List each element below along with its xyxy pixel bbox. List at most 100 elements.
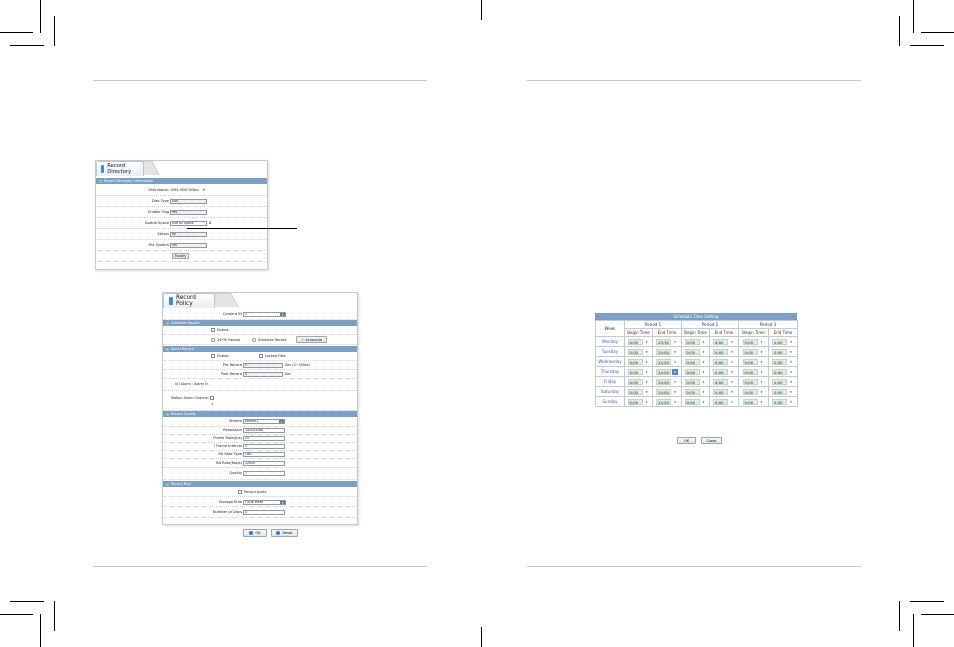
time-select[interactable]: 0:00 ▾ [739, 368, 768, 375]
tab-record-directory[interactable]: Record Directory [96, 161, 144, 176]
time-select[interactable]: 0:00 ▾ [625, 378, 652, 385]
disk-name-value[interactable]: 1962.9GB 5V6pu [170, 188, 199, 192]
chevron-down-icon[interactable]: ▾ [701, 369, 707, 375]
time-select[interactable]: 24:00 ▾ [653, 368, 681, 375]
chevron-down-icon[interactable]: ▾ [788, 389, 794, 395]
time-select[interactable]: 0:00 ▾ [710, 378, 738, 385]
time-select[interactable]: 0:00 ▾ [682, 388, 709, 395]
time-select[interactable]: 0:00 ▾ [769, 378, 797, 385]
chevron-down-icon[interactable]: ▾ [644, 359, 650, 365]
time-select[interactable]: 0:00 ▾ [625, 398, 652, 405]
resolution-field[interactable]: 1920X1080 [243, 428, 285, 433]
chevron-down-icon[interactable]: ▾ [729, 369, 735, 375]
time-select[interactable]: 0:00 ▾ [682, 368, 709, 375]
time-select[interactable]: 0:00 ▾ [739, 388, 768, 395]
chevron-down-icon[interactable]: ▾ [729, 389, 735, 395]
chevron-down-icon[interactable]: ▾ [672, 379, 678, 385]
number-days-field[interactable]: 0 [243, 510, 285, 515]
time-select[interactable]: 0:00 ▾ [769, 338, 797, 345]
time-select[interactable]: 0:00 ▾ [625, 358, 652, 365]
chevron-down-icon[interactable]: ▾ [644, 349, 650, 355]
time-select[interactable]: 0:00 ▾ [769, 388, 797, 395]
time-select[interactable]: 0:00 ▾ [625, 348, 652, 355]
chevron-down-icon[interactable]: ▾ [701, 359, 707, 365]
schedule-button[interactable]: ◷ Schedule [296, 336, 327, 343]
chevron-down-icon[interactable]: ▾ [759, 399, 765, 405]
time-select[interactable]: 0:00 ▾ [682, 348, 709, 355]
chevron-down-icon[interactable]: ▾ [644, 339, 650, 345]
time-select[interactable]: 24:00 ▾ [653, 348, 681, 355]
chevron-down-icon[interactable]: ▾ [672, 399, 678, 405]
bitrate-type-field[interactable]: CBR [243, 452, 285, 457]
disk-name-dropdown-icon[interactable]: ▾ [203, 188, 205, 192]
chevron-down-icon[interactable]: ▾ [729, 399, 735, 405]
time-select[interactable]: 0:00 ▾ [682, 338, 709, 345]
time-select[interactable]: 24:00 ▾ [653, 388, 681, 395]
time-select[interactable]: 0:00 ▾ [710, 348, 738, 355]
schedule-close-button[interactable]: Close [701, 437, 722, 444]
schedule-record-radio[interactable] [252, 338, 256, 342]
time-select[interactable]: 0:00 ▾ [739, 358, 768, 365]
chevron-down-icon[interactable]: ▾ [729, 349, 735, 355]
chevron-down-icon[interactable]: ▾ [759, 359, 765, 365]
time-select[interactable]: 0:00 ▾ [739, 338, 768, 345]
tab-record-policy[interactable]: Record Policy [163, 293, 215, 308]
storage-rule-select[interactable]: Cycle Write ▾ [243, 500, 286, 505]
time-select[interactable]: 0:00 ▾ [682, 398, 709, 405]
time-select[interactable]: 24:00 ▾ [653, 358, 681, 365]
pre-record-field[interactable]: 5 [243, 363, 283, 368]
time-select[interactable]: 0:00 ▾ [710, 338, 738, 345]
time-select[interactable]: 0:00 ▾ [739, 348, 768, 355]
chevron-down-icon[interactable]: ▾ [759, 379, 765, 385]
time-select[interactable]: 0:00 ▾ [769, 348, 797, 355]
camera-id-select[interactable]: 1 ▾ [243, 312, 286, 317]
usable-space-field[interactable]: Use All Space [170, 221, 207, 226]
chevron-down-icon[interactable]: ▾ [759, 389, 765, 395]
chevron-down-icon[interactable]: ▾ [644, 379, 650, 385]
modify-button[interactable]: Modify [172, 253, 189, 259]
time-select[interactable]: 0:00 ▾ [710, 388, 738, 395]
chevron-down-icon[interactable]: ▾ [788, 379, 794, 385]
chevron-down-icon[interactable]: ▾ [644, 389, 650, 395]
quality-field[interactable]: 7 [243, 471, 285, 476]
record-24x7-radio[interactable] [211, 338, 215, 342]
chevron-down-icon[interactable]: ▾ [644, 399, 650, 405]
time-select[interactable]: 0:00 ▾ [625, 338, 652, 345]
chevron-down-icon[interactable]: ▾ [759, 349, 765, 355]
chevron-down-icon[interactable]: ▾ [788, 349, 794, 355]
time-select[interactable]: 0:00 ▾ [739, 378, 768, 385]
time-select[interactable]: 23:30 ▾ [653, 338, 681, 345]
chevron-down-icon[interactable]: ▾ [672, 349, 678, 355]
schedule-enable-checkbox[interactable] [211, 328, 215, 332]
alarm-enable-checkbox[interactable] [211, 354, 215, 358]
time-select[interactable]: 0:00 ▾ [710, 398, 738, 405]
chevron-down-icon[interactable]: ▾ [701, 339, 707, 345]
chevron-down-icon[interactable]: ▾ [788, 399, 794, 405]
time-select[interactable]: 0:00 ▾ [769, 368, 797, 375]
time-select[interactable]: 0:00 ▾ [625, 388, 652, 395]
time-select[interactable]: 24:00 ▾ [653, 378, 681, 385]
time-select[interactable]: 24:00 ▾ [653, 398, 681, 405]
chevron-down-icon[interactable]: ▾ [672, 339, 678, 345]
ok-button[interactable]: OK [243, 529, 267, 537]
chevron-down-icon[interactable]: ▾ [701, 389, 707, 395]
time-select[interactable]: 0:00 ▾ [710, 368, 738, 375]
time-select[interactable]: 0:00 ▾ [682, 378, 709, 385]
iframe-field[interactable]: 5 [243, 444, 285, 449]
chevron-down-icon[interactable]: ▾ [759, 369, 765, 375]
time-select[interactable]: 0:00 ▾ [769, 398, 797, 405]
record-audio-checkbox[interactable] [238, 490, 242, 494]
chevron-down-icon[interactable]: ▾ [672, 368, 678, 375]
time-select[interactable]: 0:00 ▾ [739, 398, 768, 405]
chevron-down-icon[interactable]: ▾ [729, 339, 735, 345]
chevron-down-icon[interactable]: ▾ [759, 339, 765, 345]
chevron-down-icon[interactable]: ▾ [672, 389, 678, 395]
time-select[interactable]: 0:00 ▾ [769, 358, 797, 365]
schedule-ok-button[interactable]: OK [677, 437, 696, 444]
chevron-down-icon[interactable]: ▾ [701, 379, 707, 385]
chevron-down-icon[interactable]: ▾ [788, 339, 794, 345]
chevron-down-icon[interactable]: ▾ [644, 369, 650, 375]
bitrate-field[interactable]: 12000 [243, 461, 285, 466]
chevron-down-icon[interactable]: ▾ [788, 369, 794, 375]
chevron-down-icon[interactable]: ▾ [701, 399, 707, 405]
